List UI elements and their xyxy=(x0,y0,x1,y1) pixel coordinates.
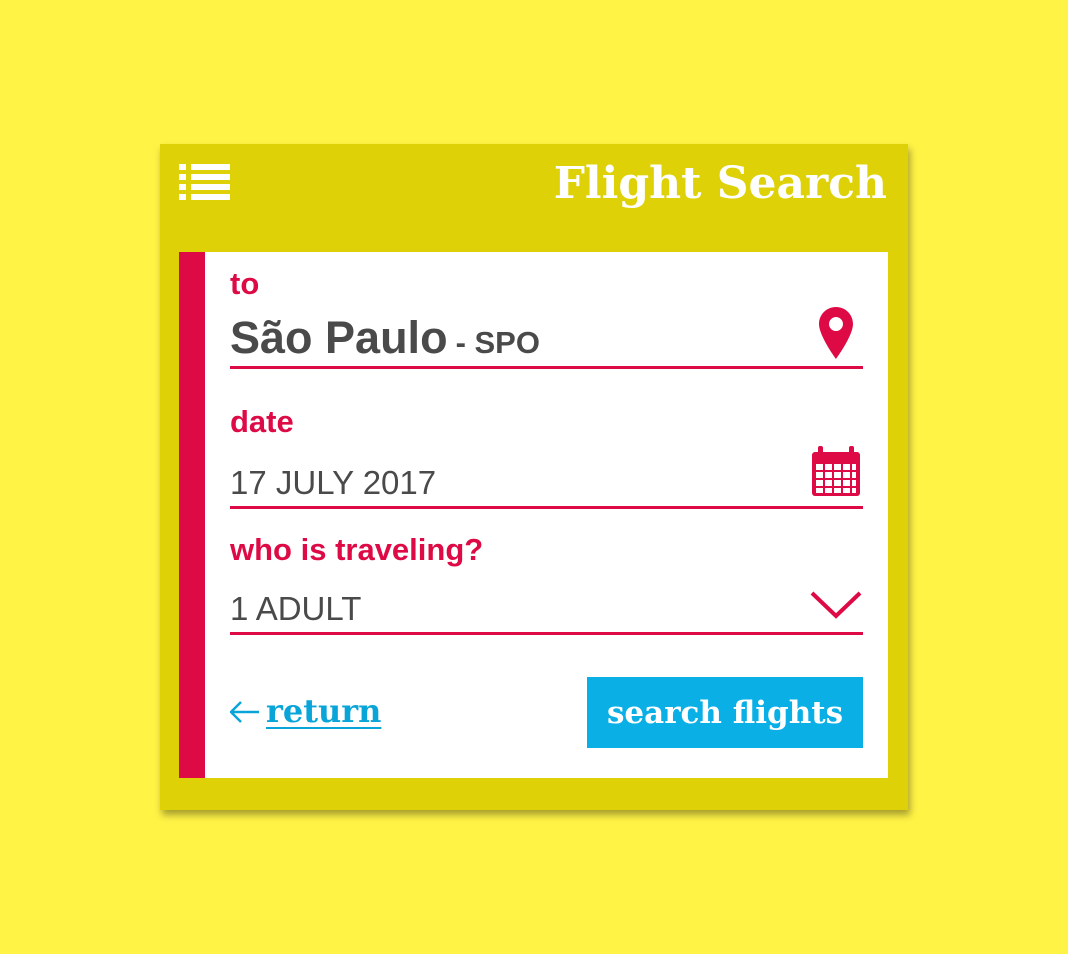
return-label: return xyxy=(266,692,382,730)
calendar-icon[interactable] xyxy=(812,446,860,496)
destination-city: São Paulo xyxy=(230,312,448,363)
location-pin-icon[interactable] xyxy=(819,307,853,359)
date-field[interactable]: 17 JULY 2017 xyxy=(230,442,863,509)
travelers-label: who is traveling? xyxy=(230,532,484,567)
destination-code: - SPO xyxy=(455,325,540,360)
search-flights-button[interactable]: search flights xyxy=(587,677,863,748)
chevron-down-icon[interactable] xyxy=(810,590,862,620)
destination-label: to xyxy=(230,266,260,301)
destination-field[interactable]: São Paulo - SPO xyxy=(230,302,863,369)
flight-search-widget: Flight Search to São Paulo - SPO date 17 … xyxy=(160,144,908,810)
date-label: date xyxy=(230,404,294,439)
date-value: 17 JULY 2017 xyxy=(230,464,437,501)
arrow-left-icon xyxy=(230,701,259,723)
travelers-select[interactable]: 1 ADULT xyxy=(230,572,863,635)
page-title: Flight Search xyxy=(553,158,887,209)
travelers-value: 1 ADULT xyxy=(230,590,362,627)
accent-bar xyxy=(179,252,205,778)
destination-value: São Paulo - SPO xyxy=(230,312,540,364)
list-icon[interactable] xyxy=(179,164,231,200)
search-form-card: to São Paulo - SPO date 17 JULY 2017 who… xyxy=(179,252,888,778)
